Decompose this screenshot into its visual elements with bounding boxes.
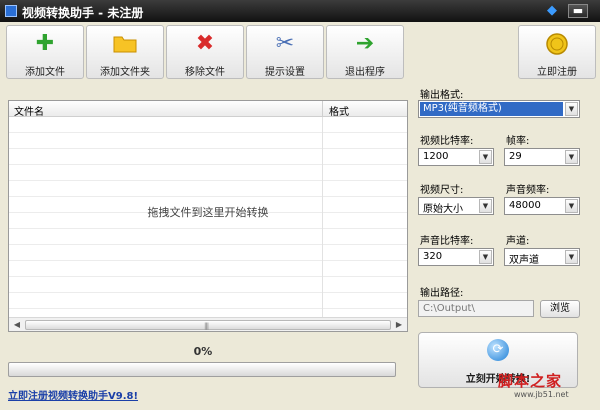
column-header-format[interactable]: 格式: [329, 103, 349, 118]
remove-x-icon: ✖: [195, 31, 215, 56]
channels-value: 双声道: [509, 255, 539, 266]
file-list-header: 文件名 格式: [9, 101, 407, 118]
video-size-value: 原始大小: [423, 204, 463, 215]
sample-rate-select[interactable]: 48000 ▼: [504, 197, 580, 215]
frame-rate-value: 29: [509, 151, 522, 162]
grip-icon: |||: [204, 322, 209, 330]
channels-select[interactable]: 双声道 ▼: [504, 248, 580, 266]
chevron-down-icon[interactable]: ▼: [565, 199, 578, 213]
drop-hint: 拖拽文件到这里开始转换: [147, 206, 269, 219]
output-path-field[interactable]: C:\Output\: [418, 300, 534, 317]
settings-label: 提示设置: [265, 67, 305, 78]
add-file-button[interactable]: ✚ 添加文件: [6, 25, 84, 79]
plus-icon: ✚: [35, 31, 55, 56]
frame-rate-label: 帧率:: [506, 136, 530, 147]
add-file-label: 添加文件: [25, 67, 65, 78]
video-bitrate-select[interactable]: 1200 ▼: [418, 148, 494, 166]
file-list[interactable]: 文件名 格式 拖拽文件到这里开始转换 ◀ ||| ▶: [8, 100, 408, 332]
video-size-select[interactable]: 原始大小 ▼: [418, 197, 494, 215]
output-format-select[interactable]: MP3(纯音频格式) ▼: [418, 100, 580, 118]
channels-label: 声道:: [506, 236, 530, 247]
watermark-sub: www.jb51.net: [514, 390, 569, 399]
audio-bitrate-label: 声音比特率:: [420, 236, 474, 247]
sample-rate-label: 声音频率:: [506, 185, 550, 196]
scroll-left-icon[interactable]: ◀: [11, 319, 23, 330]
title-bar: 视频转换助手 - 未注册 ◆ ▬: [0, 0, 600, 22]
chevron-down-icon[interactable]: ▼: [479, 199, 492, 213]
diamond-icon[interactable]: ◆: [547, 4, 559, 17]
column-header-filename[interactable]: 文件名: [14, 103, 44, 118]
settings-button[interactable]: ✂ 提示设置: [246, 25, 324, 79]
register-button[interactable]: 立即注册: [518, 25, 596, 79]
exit-button[interactable]: ➔ 退出程序: [326, 25, 404, 79]
tools-icon: ✂: [275, 31, 295, 56]
minimize-button[interactable]: ▬: [568, 4, 588, 18]
frame-rate-select[interactable]: 29 ▼: [504, 148, 580, 166]
column-divider[interactable]: [322, 101, 323, 116]
progress-bar: [8, 362, 396, 377]
progress-percent: 0%: [193, 345, 213, 358]
coin-icon: [544, 32, 570, 56]
convert-icon: ⟳: [487, 339, 509, 361]
output-path-value: C:\Output\: [423, 303, 475, 314]
add-folder-button[interactable]: 添加文件夹: [86, 25, 164, 79]
scroll-right-icon[interactable]: ▶: [393, 319, 405, 330]
chevron-down-icon[interactable]: ▼: [565, 250, 578, 264]
arrow-right-icon: ➔: [355, 31, 375, 56]
chevron-down-icon[interactable]: ▼: [479, 250, 492, 264]
chevron-down-icon[interactable]: ▼: [479, 150, 492, 164]
watermark-main: 脚本之家: [498, 372, 563, 390]
video-size-label: 视频尺寸:: [420, 185, 464, 196]
output-format-value: MP3(纯音频格式): [420, 102, 563, 116]
remove-file-button[interactable]: ✖ 移除文件: [166, 25, 244, 79]
register-link[interactable]: 立即注册视频转换助手V9.8!: [8, 387, 138, 402]
remove-file-label: 移除文件: [185, 67, 225, 78]
audio-bitrate-select[interactable]: 320 ▼: [418, 248, 494, 266]
chevron-down-icon[interactable]: ▼: [565, 150, 578, 164]
video-bitrate-value: 1200: [423, 151, 449, 162]
scroll-thumb[interactable]: |||: [25, 320, 391, 330]
app-icon: [5, 5, 17, 17]
browse-button[interactable]: 浏览: [540, 300, 580, 318]
register-label: 立即注册: [537, 67, 577, 78]
exit-label: 退出程序: [345, 67, 385, 78]
window-title: 视频转换助手 - 未注册: [22, 6, 144, 20]
sample-rate-value: 48000: [509, 200, 541, 211]
add-folder-label: 添加文件夹: [100, 67, 150, 78]
audio-bitrate-value: 320: [423, 251, 443, 262]
output-path-label: 输出路径:: [420, 288, 464, 299]
folder-icon: [112, 32, 138, 56]
watermark: 脚本之家 www.jb51.net: [492, 370, 598, 408]
chevron-down-icon[interactable]: ▼: [565, 102, 578, 116]
output-format-label: 输出格式:: [420, 90, 464, 101]
video-bitrate-label: 视频比特率:: [420, 136, 474, 147]
horizontal-scrollbar[interactable]: ◀ ||| ▶: [9, 317, 407, 331]
